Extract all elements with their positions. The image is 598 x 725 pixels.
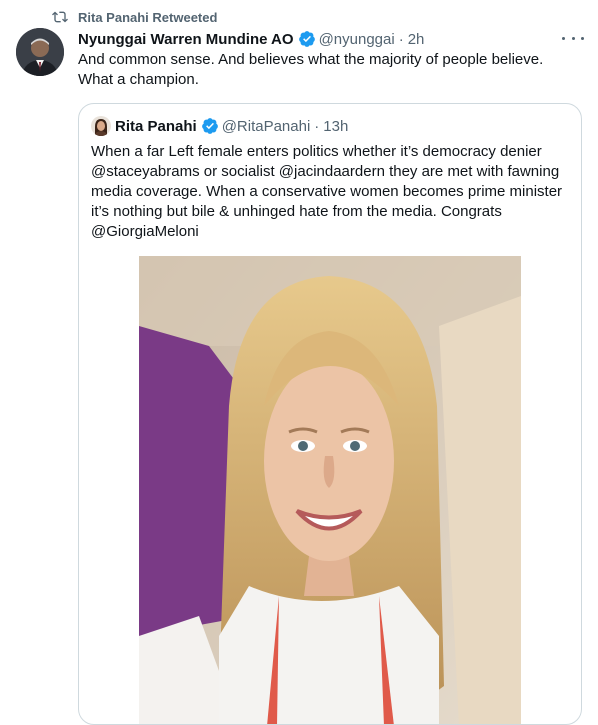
quoted-author-avatar[interactable] xyxy=(91,116,111,136)
quoted-tweet-timestamp[interactable]: 13h xyxy=(323,118,348,135)
author-handle[interactable]: @nyunggai xyxy=(319,31,395,48)
separator-dot: · xyxy=(314,117,320,135)
quoted-author-name[interactable]: Rita Panahi xyxy=(115,118,197,135)
verified-badge-icon[interactable] xyxy=(201,117,219,135)
quoted-tweet-photo[interactable] xyxy=(139,256,521,724)
author-avatar[interactable] xyxy=(16,28,64,76)
quoted-tweet-header: Rita Panahi @RitaPanahi · 13h xyxy=(91,116,348,136)
retweet-indicator[interactable]: Rita Panahi Retweeted xyxy=(52,7,217,27)
retweet-icon xyxy=(52,11,68,23)
quoted-author-handle[interactable]: @RitaPanahi xyxy=(222,118,311,135)
more-options-icon[interactable] xyxy=(562,30,584,46)
verified-badge-icon[interactable] xyxy=(298,30,316,48)
quoted-tweet-card[interactable]: Rita Panahi @RitaPanahi · 13h When a far… xyxy=(78,103,582,725)
more-dot xyxy=(581,36,584,40)
retweet-label: Rita Panahi Retweeted xyxy=(78,9,218,25)
quoted-tweet-text: When a far Left female enters politics w… xyxy=(91,143,563,240)
author-name[interactable]: Nyunggai Warren Mundine AO xyxy=(78,31,294,48)
more-dot xyxy=(571,36,575,40)
tweet-timestamp[interactable]: 2h xyxy=(408,31,425,48)
separator-dot: · xyxy=(398,30,404,48)
tweet-header: Nyunggai Warren Mundine AO @nyunggai · 2… xyxy=(78,29,582,49)
more-dot xyxy=(562,36,565,40)
tweet-text: And common sense. And believes what the … xyxy=(78,51,544,88)
